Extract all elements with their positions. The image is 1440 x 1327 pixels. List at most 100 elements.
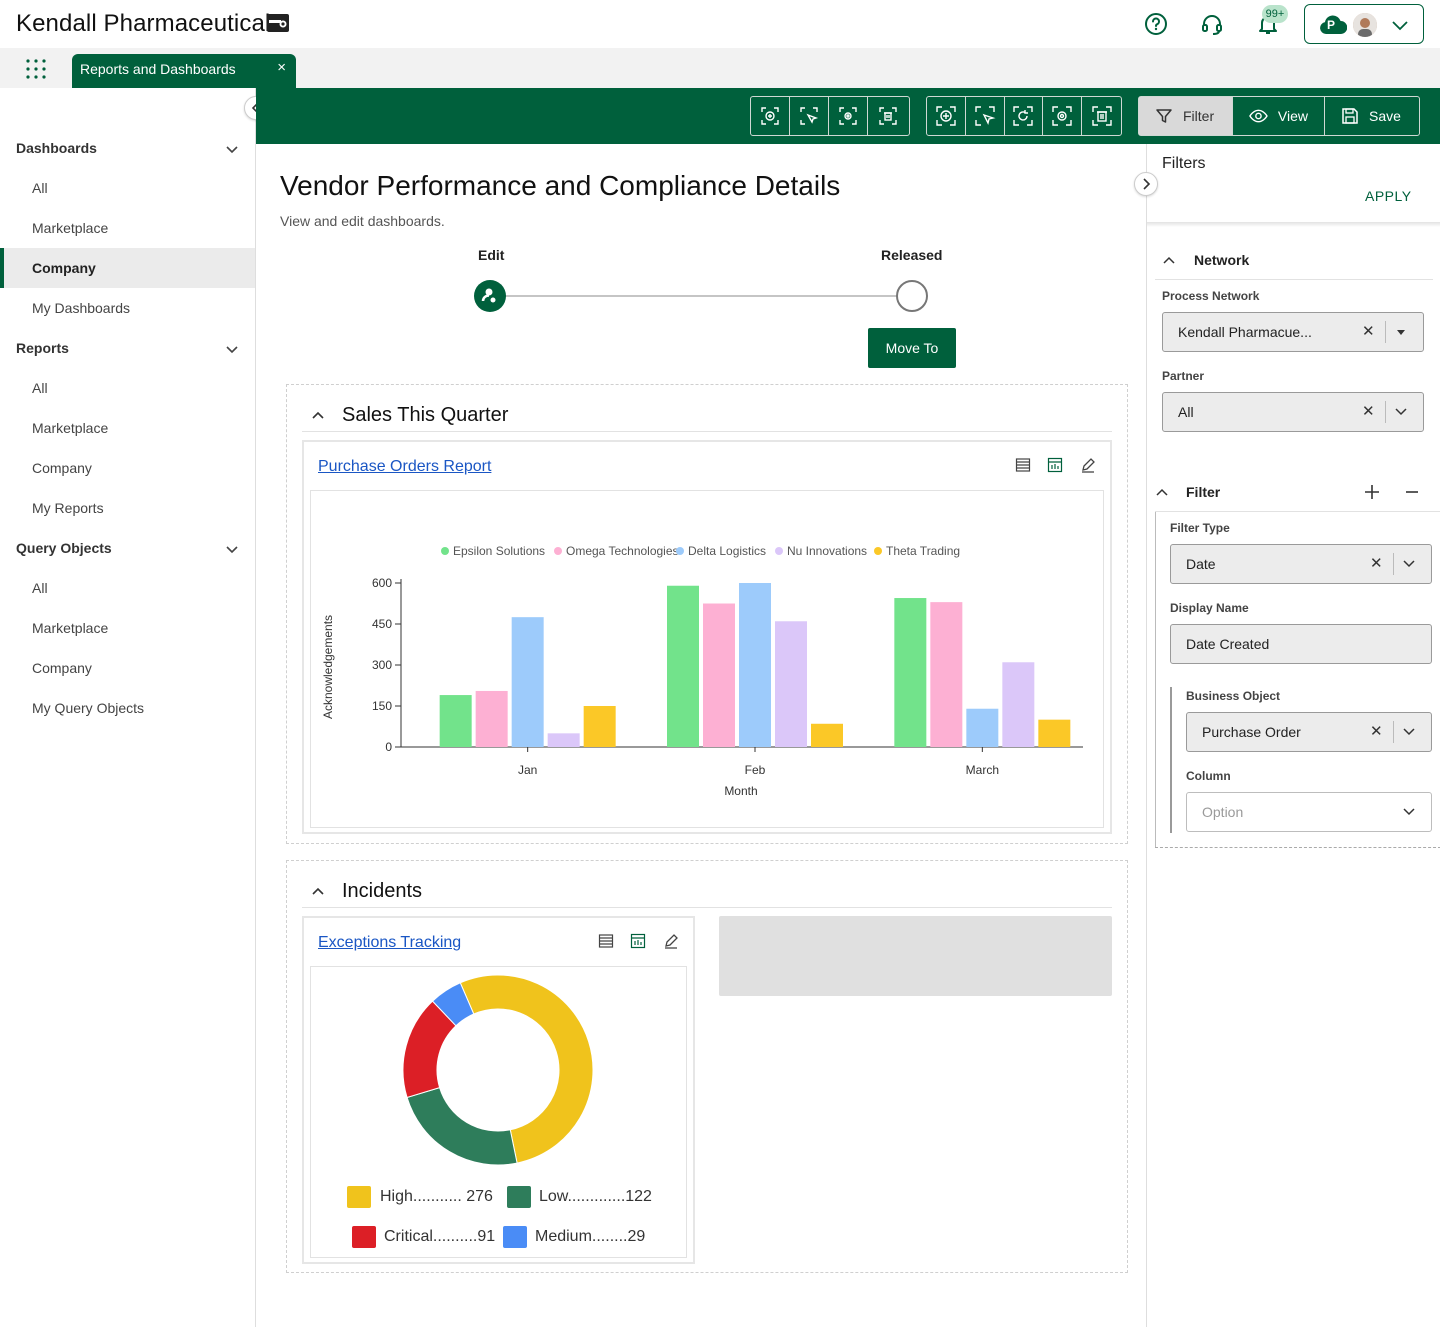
partner-value: All bbox=[1178, 404, 1194, 420]
nav-item-reports-company[interactable]: Company bbox=[0, 448, 255, 488]
empty-widget-placeholder[interactable] bbox=[719, 916, 1112, 996]
filter-type-select[interactable]: Date ✕ bbox=[1170, 544, 1432, 584]
collapse-chevron-up-icon[interactable] bbox=[310, 883, 326, 899]
column-label: Column bbox=[1186, 769, 1231, 783]
nav-item-reports-marketplace[interactable]: Marketplace bbox=[0, 408, 255, 448]
view-tools-group: Filter View Save bbox=[1138, 96, 1420, 136]
nav-item-my-reports[interactable]: My Reports bbox=[0, 488, 255, 528]
network-group-title[interactable]: Network bbox=[1194, 252, 1249, 268]
tab-reports-and-dashboards[interactable]: Reports and Dashboards × bbox=[72, 54, 296, 88]
clear-icon[interactable]: ✕ bbox=[1370, 554, 1383, 572]
notification-badge: 99+ bbox=[1262, 5, 1288, 23]
remove-filter-icon[interactable] bbox=[1403, 483, 1421, 501]
chevron-up-icon[interactable] bbox=[1161, 252, 1177, 268]
clear-icon[interactable]: ✕ bbox=[1362, 402, 1375, 420]
nav-item-query-objects-all[interactable]: All bbox=[0, 568, 255, 608]
display-name-input[interactable]: Date Created bbox=[1170, 624, 1432, 664]
nav-item-my-dashboards[interactable]: My Dashboards bbox=[0, 288, 255, 328]
chevron-down-icon[interactable] bbox=[1401, 725, 1417, 739]
filter-group-bottom-border bbox=[1155, 847, 1440, 848]
nav-section-reports[interactable]: Reports bbox=[16, 340, 69, 356]
process-network-value: Kendall Pharmacue... bbox=[1178, 324, 1312, 340]
view-button[interactable]: View bbox=[1233, 97, 1325, 135]
filter-button[interactable]: Filter bbox=[1139, 97, 1233, 135]
select-section-icon[interactable] bbox=[966, 97, 1005, 135]
legend-marker bbox=[775, 547, 783, 555]
chevron-down-icon[interactable] bbox=[224, 341, 240, 357]
apply-button[interactable]: APPLY bbox=[1365, 188, 1412, 204]
legend-label: Epsilon Solutions bbox=[453, 544, 545, 558]
chart-view-icon[interactable] bbox=[630, 933, 646, 949]
filter-group-title[interactable]: Filter bbox=[1186, 484, 1220, 500]
edit-pencil-icon[interactable] bbox=[1080, 457, 1096, 473]
legend-low: Low.............122 bbox=[539, 1188, 652, 1205]
step-edit-label: Edit bbox=[478, 247, 505, 263]
bar-delta-logistics-jan bbox=[511, 617, 544, 747]
column-placeholder: Option bbox=[1202, 804, 1244, 820]
nav-section-query-objects[interactable]: Query Objects bbox=[16, 540, 112, 556]
delete-section-icon[interactable] bbox=[1082, 97, 1121, 135]
section-settings-icon[interactable] bbox=[1043, 97, 1083, 135]
save-button[interactable]: Save bbox=[1325, 97, 1419, 135]
business-object-value: Purchase Order bbox=[1202, 724, 1301, 740]
purchase-orders-report-link[interactable]: Purchase Orders Report bbox=[318, 458, 491, 476]
donut-slice-low bbox=[406, 1087, 518, 1166]
add-widget-icon[interactable] bbox=[751, 97, 790, 135]
move-to-button[interactable]: Move To bbox=[868, 328, 956, 368]
y-tick-label: 150 bbox=[372, 699, 392, 713]
caret-down-icon[interactable] bbox=[1395, 325, 1407, 339]
y-axis-title: Acknowledgements bbox=[321, 615, 335, 719]
collapse-filters-button[interactable] bbox=[1134, 172, 1158, 196]
nav-section-dashboards[interactable]: Dashboards bbox=[16, 140, 97, 156]
widget-settings-icon[interactable] bbox=[829, 97, 868, 135]
select-separator bbox=[1385, 401, 1386, 423]
select-widget-icon[interactable] bbox=[790, 97, 829, 135]
chevron-down-icon[interactable] bbox=[224, 541, 240, 557]
table-view-icon[interactable] bbox=[1015, 457, 1031, 473]
chevron-down-icon[interactable] bbox=[1401, 805, 1417, 819]
process-network-select[interactable]: Kendall Pharmacue... ✕ bbox=[1162, 312, 1424, 352]
clear-icon[interactable]: ✕ bbox=[1362, 322, 1375, 340]
delete-widget-icon[interactable] bbox=[868, 97, 907, 135]
user-initial: P bbox=[1327, 18, 1336, 32]
step-released-marker[interactable] bbox=[896, 280, 928, 312]
tab-close-icon[interactable]: × bbox=[277, 59, 286, 76]
chevron-down-icon[interactable] bbox=[1401, 557, 1417, 571]
support-headset-icon[interactable] bbox=[1200, 12, 1224, 36]
exceptions-tracking-link[interactable]: Exceptions Tracking bbox=[318, 934, 461, 952]
collapse-chevron-up-icon[interactable] bbox=[310, 407, 326, 423]
add-section-icon[interactable] bbox=[927, 97, 966, 135]
edit-pencil-icon[interactable] bbox=[663, 933, 679, 949]
nav-item-query-objects-marketplace[interactable]: Marketplace bbox=[0, 608, 255, 648]
nav-item-dashboards-all[interactable]: All bbox=[0, 168, 255, 208]
nav-item-query-objects-company[interactable]: Company bbox=[0, 648, 255, 688]
app-switch-icon[interactable] bbox=[266, 13, 290, 33]
view-label: View bbox=[1277, 108, 1308, 124]
add-filter-icon[interactable] bbox=[1363, 483, 1381, 501]
column-select[interactable]: Option bbox=[1186, 792, 1432, 832]
refresh-section-icon[interactable] bbox=[1005, 97, 1044, 135]
nav-item-dashboards-marketplace[interactable]: Marketplace bbox=[0, 208, 255, 248]
user-menu-button[interactable]: P bbox=[1304, 4, 1424, 44]
business-object-select[interactable]: Purchase Order ✕ bbox=[1186, 712, 1432, 752]
legend-swatch-high bbox=[347, 1186, 371, 1208]
partner-select[interactable]: All ✕ bbox=[1162, 392, 1424, 432]
chevron-down-icon[interactable] bbox=[224, 141, 240, 157]
table-view-icon[interactable] bbox=[598, 933, 614, 949]
help-icon[interactable] bbox=[1144, 12, 1168, 36]
donut-chart bbox=[402, 974, 594, 1166]
section-divider bbox=[302, 907, 1112, 908]
nav-item-dashboards-company[interactable]: Company bbox=[0, 248, 255, 288]
chart-view-icon[interactable] bbox=[1047, 457, 1063, 473]
bar-nu-innovations-feb bbox=[775, 621, 807, 747]
chevron-up-icon[interactable] bbox=[1154, 484, 1170, 500]
y-tick-label: 300 bbox=[372, 658, 392, 672]
bar-theta-trading-feb bbox=[811, 723, 843, 747]
app-grid-icon[interactable] bbox=[26, 59, 46, 79]
nav-item-my-query-objects[interactable]: My Query Objects bbox=[0, 688, 255, 728]
nav-item-reports-all[interactable]: All bbox=[0, 368, 255, 408]
widget-tools-group bbox=[750, 96, 910, 136]
chevron-down-icon[interactable] bbox=[1393, 405, 1409, 419]
display-name-value: Date Created bbox=[1186, 636, 1270, 652]
clear-icon[interactable]: ✕ bbox=[1370, 722, 1383, 740]
